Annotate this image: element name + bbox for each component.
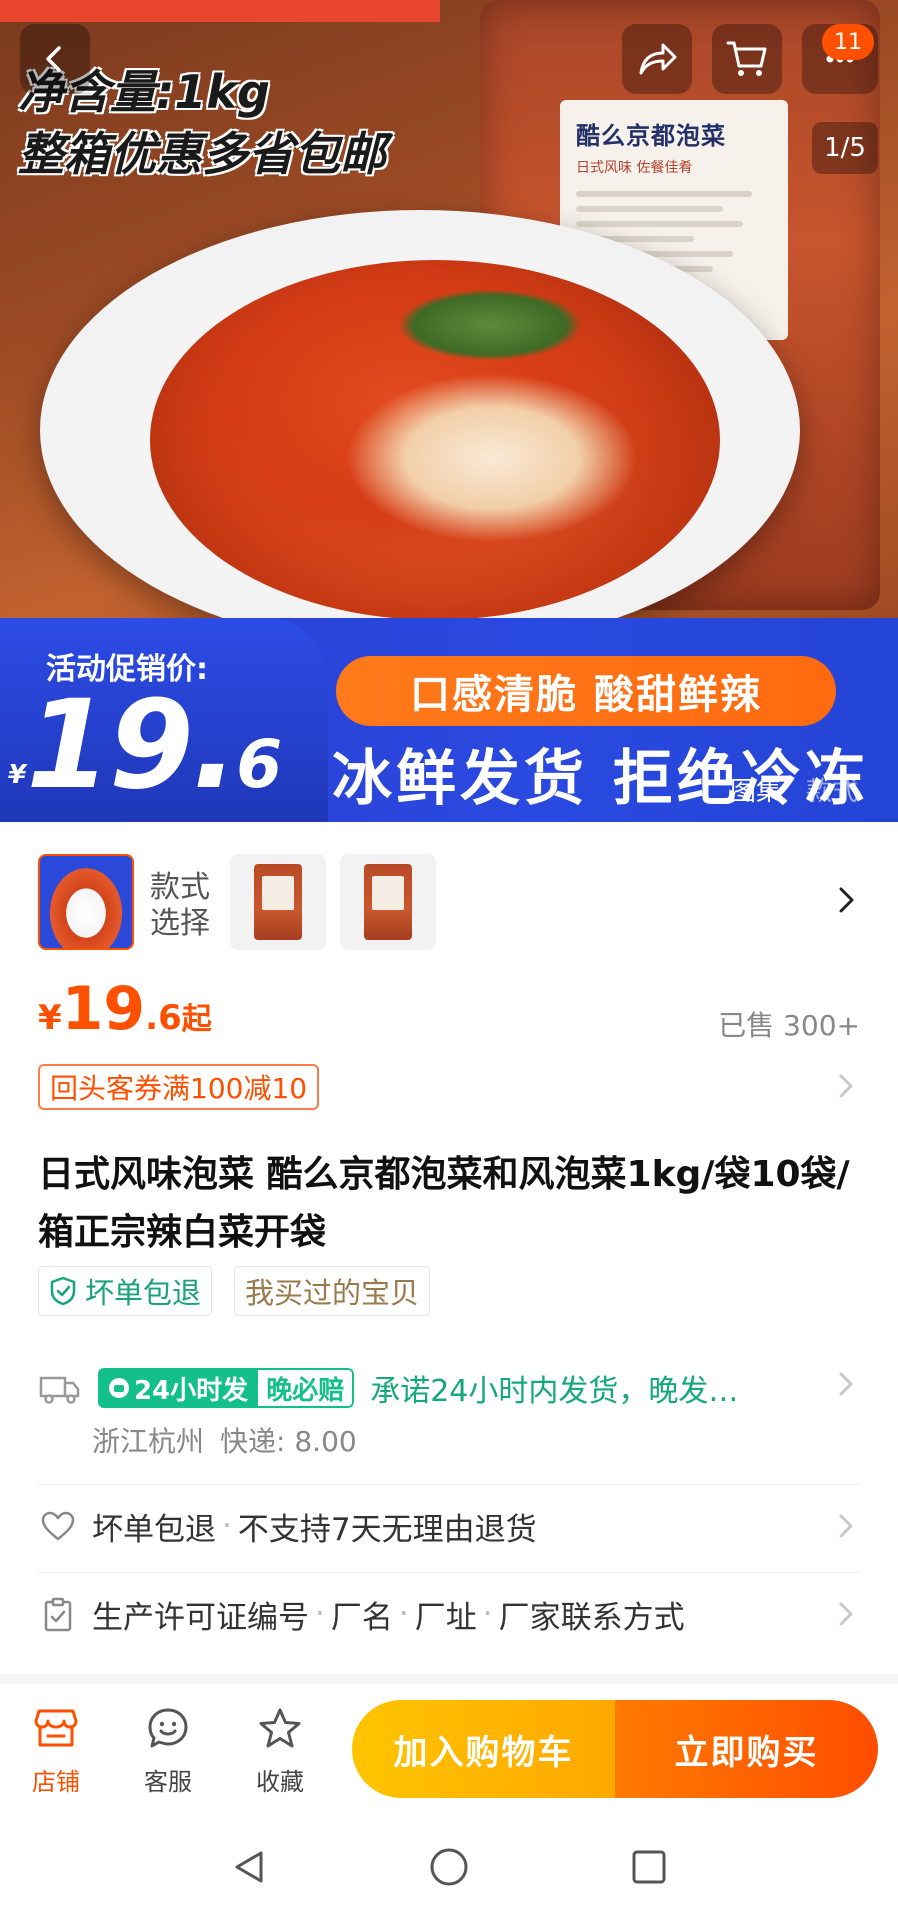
badge-24h-label: 24小时发 xyxy=(134,1375,249,1406)
nav-recents-button[interactable] xyxy=(624,1842,674,1892)
price-int: 19 xyxy=(61,974,146,1044)
price-currency: ¥ xyxy=(38,998,62,1038)
tag-label: 我买过的宝贝 xyxy=(245,1276,420,1310)
triangle-back-icon xyxy=(235,1851,263,1883)
scallion-garnish xyxy=(400,290,580,360)
add-to-cart-button[interactable]: 加入购物车 xyxy=(352,1700,615,1798)
license-item: 厂名 xyxy=(330,1599,393,1636)
tag-damage-return[interactable]: 坏单包退 xyxy=(38,1266,213,1316)
coupon-badge[interactable]: 回头客券满100减10 xyxy=(38,1064,320,1110)
service-label: 客服 xyxy=(144,1768,192,1796)
price-suffix: 起 xyxy=(181,1002,212,1037)
tab-styles[interactable]: 款式 xyxy=(796,771,868,808)
style-thumb-2[interactable] xyxy=(230,854,326,950)
shipping-row[interactable]: 24小时发 晚必赔 承诺24小时内发货，晚发… xyxy=(38,1358,868,1418)
circle-home-icon xyxy=(430,1848,468,1886)
shield-check-icon xyxy=(50,1276,76,1306)
purchase-buttons: 加入购物车 立即购买 xyxy=(352,1700,878,1798)
license-item: 厂址 xyxy=(414,1599,477,1636)
image-page-indicator: 1/5 xyxy=(812,122,878,174)
badge-late-compensation: 晚必赔 xyxy=(258,1368,355,1408)
shop-button[interactable]: 店铺 xyxy=(16,1704,96,1797)
heart-icon xyxy=(38,1506,78,1546)
product-price: ¥19.6起 xyxy=(38,974,212,1044)
license-row[interactable]: 生产许可证编号 · 厂名 · 厂址 · 厂家联系方式 xyxy=(38,1584,868,1644)
hero-top-strip xyxy=(0,0,440,22)
promo-price: ¥19.6 xyxy=(8,684,283,806)
ship-origin: 浙江杭州 xyxy=(92,1425,205,1458)
sold-count: 已售 300+ xyxy=(718,1009,860,1042)
guarantee-row[interactable]: 坏单包退 · 不支持7天无理由退货 xyxy=(38,1496,868,1556)
cart-icon xyxy=(726,41,767,76)
phone-icon xyxy=(109,1378,129,1398)
package-label-title: 酷么京都泡菜 xyxy=(576,121,726,150)
separator-dot: · xyxy=(315,1596,325,1632)
store-icon xyxy=(16,1704,96,1752)
smile-chat-icon xyxy=(128,1704,208,1752)
square-recents-icon xyxy=(632,1850,666,1884)
back-button[interactable] xyxy=(20,24,90,94)
style-selector[interactable]: 款式选择 xyxy=(0,854,898,964)
divider xyxy=(38,1572,860,1573)
promo-price-int: 19. xyxy=(26,674,238,816)
bottom-action-bar: 店铺 客服 收藏 加入购物车 立即购买 xyxy=(0,1684,898,1814)
license-item: 生产许可证编号 xyxy=(92,1599,309,1636)
gallery-tabs: 图集 款式 xyxy=(716,766,868,812)
share-icon xyxy=(639,43,677,75)
shipping-description: 承诺24小时内发货，晚发… xyxy=(370,1374,739,1409)
chevron-right-icon[interactable] xyxy=(826,1364,866,1404)
style-selector-label: 款式选择 xyxy=(150,870,210,941)
tab-gallery[interactable]: 图集 xyxy=(716,771,796,808)
clipboard-icon xyxy=(38,1594,78,1634)
guarantee-item: 不支持7天无理由退货 xyxy=(237,1511,537,1548)
cart-button[interactable] xyxy=(712,24,782,94)
cart-count-badge: 11 xyxy=(822,24,874,60)
package-thumb-image xyxy=(254,864,302,940)
truck-icon xyxy=(39,1376,80,1404)
android-nav-bar xyxy=(0,1814,898,1920)
shop-label: 店铺 xyxy=(32,1768,80,1796)
chevron-right-icon[interactable] xyxy=(826,1506,866,1546)
star-icon xyxy=(240,1704,320,1752)
favorite-label: 收藏 xyxy=(256,1768,304,1796)
divider xyxy=(38,1484,860,1485)
chevron-right-icon[interactable] xyxy=(826,1594,866,1634)
license-item: 厂家联系方式 xyxy=(498,1599,685,1636)
tag-bought-before[interactable]: 我买过的宝贝 xyxy=(234,1266,431,1316)
package-label-subtitle: 日式风味 佐餐佳肴 xyxy=(576,160,693,176)
badge-24h: 24小时发 xyxy=(98,1368,259,1408)
chevron-left-icon xyxy=(46,46,61,72)
shipping-details: 浙江杭州 快递: 8.00 xyxy=(92,1420,357,1460)
package-thumb-image xyxy=(364,864,412,940)
separator-dot: · xyxy=(222,1508,232,1544)
customer-service-button[interactable]: 客服 xyxy=(128,1704,208,1797)
price-dec: .6 xyxy=(145,998,182,1038)
shipping-badge: 24小时发 晚必赔 xyxy=(98,1368,355,1408)
chevron-right-icon[interactable] xyxy=(826,1066,866,1106)
chevron-right-icon[interactable] xyxy=(826,880,866,920)
ship-fee: 快递: 8.00 xyxy=(220,1425,357,1458)
nav-back-button[interactable] xyxy=(224,1842,274,1892)
bottom-separator xyxy=(0,1674,898,1684)
promo-price-dec: 6 xyxy=(236,726,283,803)
tag-label: 坏单包退 xyxy=(85,1276,202,1310)
style-thumb-3[interactable] xyxy=(340,854,436,950)
nav-home-button[interactable] xyxy=(424,1842,474,1892)
box-offer-text: 整箱优惠多省包邮 xyxy=(18,127,386,181)
separator-dot: · xyxy=(482,1596,493,1632)
favorite-button[interactable]: 收藏 xyxy=(240,1704,320,1797)
tagline-pill: 口感清脆 酸甜鲜辣 xyxy=(336,656,836,726)
product-title: 日式风味泡菜 酷么京都泡菜和风泡菜1kg/袋10袋/箱正宗辣白菜开袋 xyxy=(38,1154,850,1253)
promo-currency: ¥ xyxy=(8,760,27,790)
guarantee-item: 坏单包退 xyxy=(92,1511,216,1548)
style-thumb-1[interactable] xyxy=(38,854,134,950)
share-button[interactable] xyxy=(622,24,692,94)
separator-dot: · xyxy=(398,1596,409,1632)
buy-now-button[interactable]: 立即购买 xyxy=(615,1700,878,1798)
